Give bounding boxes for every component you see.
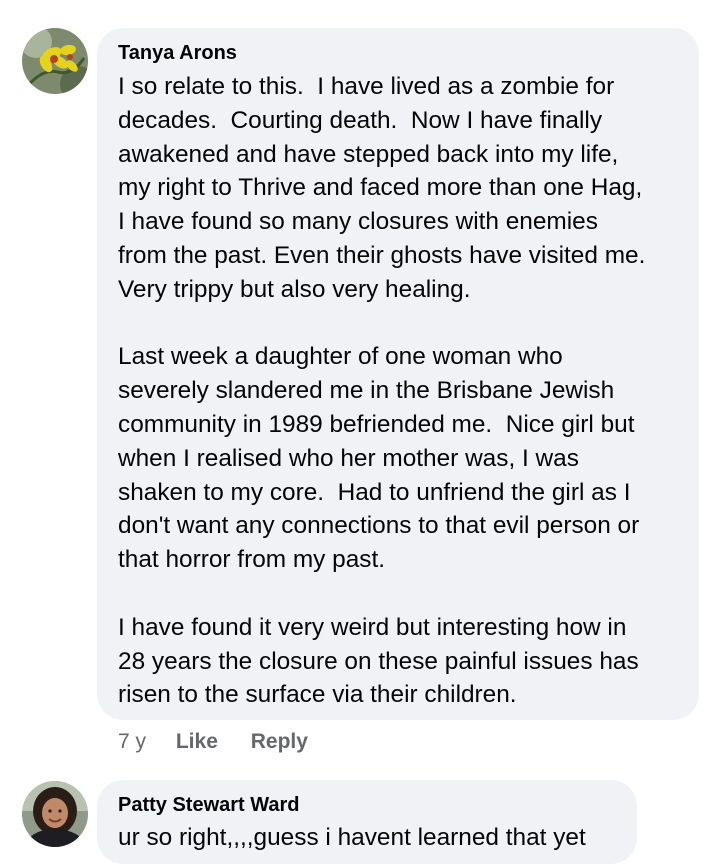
reply-button[interactable]: Reply	[251, 729, 308, 755]
comment-text: ur so right,,,,guess i havent learned th…	[118, 821, 616, 855]
like-button[interactable]: Like	[176, 729, 218, 755]
comment-bubble: Tanya Arons I so relate to this. I have …	[97, 28, 699, 720]
comment-paragraph: I so relate to this. I have lived as a z…	[118, 73, 646, 303]
woman-portrait-avatar-icon	[22, 781, 88, 847]
comment-text: I so relate to this. I have lived as a z…	[118, 70, 678, 712]
yellow-orchid-avatar-icon	[22, 28, 88, 94]
comment-paragraph: ur so right,,,,guess i havent learned th…	[118, 824, 586, 851]
avatar[interactable]	[22, 28, 88, 94]
comment-paragraph: Last week a daughter of one woman who se…	[118, 343, 640, 574]
avatar[interactable]	[22, 781, 88, 847]
comment-timestamp[interactable]: 7 y	[118, 729, 146, 755]
comment-paragraph: I have found it very weird but interesti…	[118, 613, 639, 709]
comment-actions: 7 y Like Reply	[118, 729, 335, 755]
comment-author[interactable]: Tanya Arons	[118, 41, 678, 65]
comment-author[interactable]: Patty Stewart Ward	[118, 793, 616, 817]
comment-bubble: Patty Stewart Ward ur so right,,,,guess …	[97, 780, 637, 864]
